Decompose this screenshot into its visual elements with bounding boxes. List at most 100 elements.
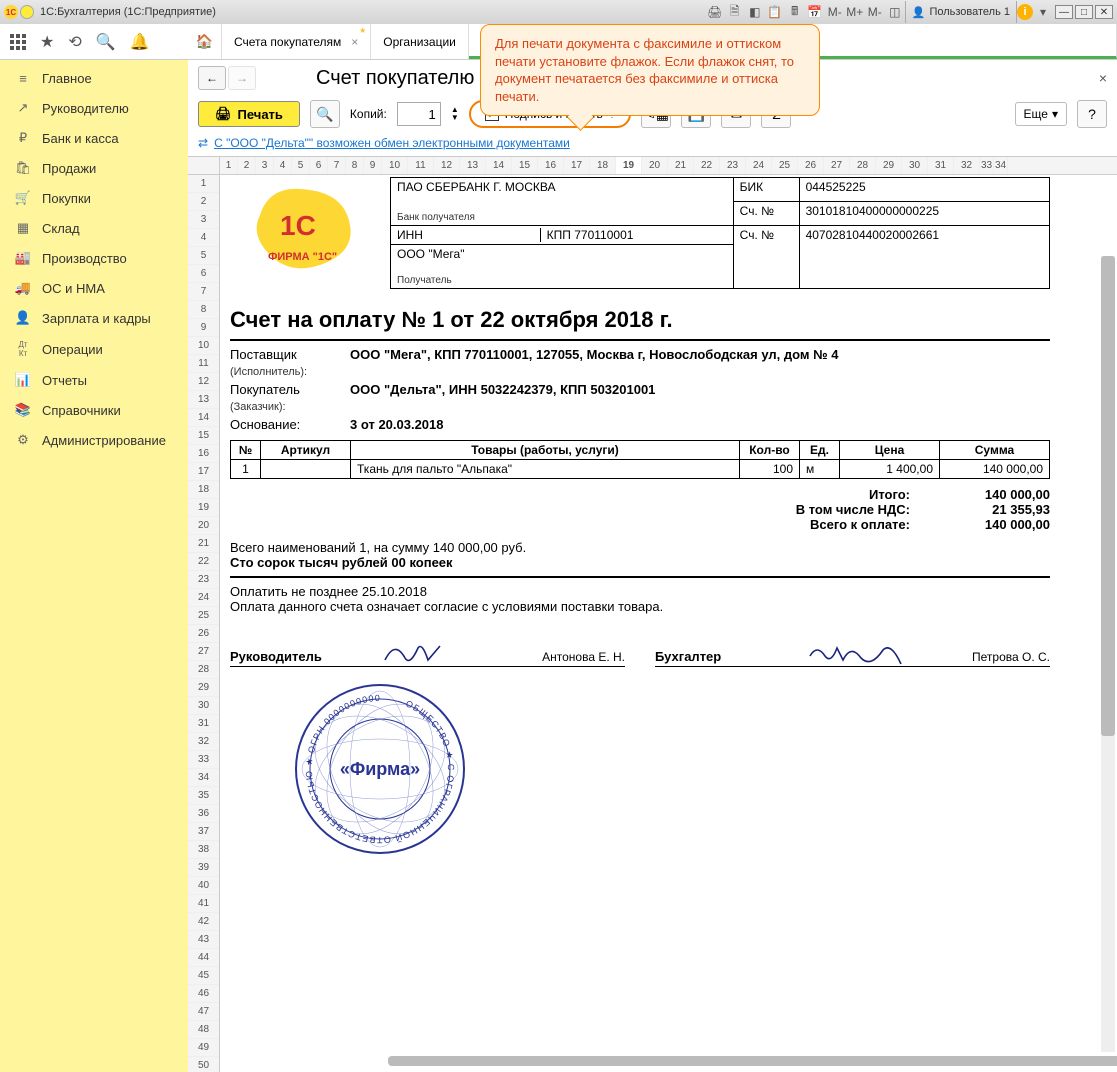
bank-recipient-label: Банк получателя <box>397 212 727 223</box>
supplier-sublabel: (Исполнитель): <box>230 366 350 378</box>
bell-icon[interactable]: 🔔 <box>130 32 150 52</box>
nav-assets[interactable]: 🚚ОС и НМА <box>0 273 188 303</box>
windows-icon[interactable]: ◫ <box>887 4 903 20</box>
cell-price: 1 400,00 <box>840 460 940 479</box>
nav-label: Банк и касса <box>42 131 119 146</box>
nav-label: Операции <box>42 342 103 357</box>
calc-icon[interactable]: 🖩 <box>787 4 803 20</box>
nav-operations[interactable]: Дт КтОперации <box>0 333 188 365</box>
cell-qty: 100 <box>740 460 800 479</box>
calendar-icon[interactable]: 📅 <box>807 4 823 20</box>
nav-reports[interactable]: 📊Отчеты <box>0 365 188 395</box>
nav-production[interactable]: 🏭Производство <box>0 243 188 273</box>
bag-icon: 🛍 <box>14 160 32 176</box>
info-drop-icon[interactable]: ▾ <box>1035 4 1051 20</box>
tab-invoices[interactable]: Счета покупателям × <box>222 24 371 59</box>
info-icon[interactable]: i <box>1017 4 1033 20</box>
m-recall[interactable]: M- <box>867 4 883 20</box>
nds-value: 21 355,93 <box>930 502 1050 517</box>
supplier-label: Поставщик <box>230 347 350 362</box>
spreadsheet[interactable]: 1234567891011121314151617181920212223242… <box>188 156 1117 1072</box>
goods-row: 1 Ткань для пальто "Альпака" 100 м 1 400… <box>231 460 1050 479</box>
more-label: Еще <box>1024 107 1048 121</box>
nav-catalogs[interactable]: 📚Справочники <box>0 395 188 425</box>
nav-sales[interactable]: 🛍Продажи <box>0 153 188 183</box>
col-qty: Кол-во <box>740 441 800 460</box>
nav-admin[interactable]: ⚙Администрирование <box>0 425 188 455</box>
nav-purchases[interactable]: 🛒Покупки <box>0 183 188 213</box>
m-minus[interactable]: M- <box>827 4 843 20</box>
preview-button[interactable]: 🔍 <box>310 100 340 128</box>
bank-details-table: ПАО СБЕРБАНК Г. МОСКВА Банк получателя Б… <box>390 177 1050 289</box>
books-icon: 📚 <box>14 402 32 418</box>
user-icon: 👤 <box>912 6 926 19</box>
nav-hr[interactable]: 👤Зарплата и кадры <box>0 303 188 333</box>
vertical-scrollbar[interactable] <box>1101 256 1115 1052</box>
acc-name: Петрова О. С. <box>972 650 1050 664</box>
col-price: Цена <box>840 441 940 460</box>
nav-manager[interactable]: ↗Руководителю <box>0 93 188 123</box>
help-button[interactable]: ? <box>1077 100 1107 128</box>
compare-icon[interactable]: ◧ <box>747 4 763 20</box>
back-button[interactable]: ← <box>198 66 226 90</box>
minimize-button[interactable]: — <box>1055 5 1073 19</box>
nav-label: ОС и НМА <box>42 281 105 296</box>
head-name: Антонова Е. Н. <box>542 650 625 664</box>
copies-input[interactable] <box>397 102 441 126</box>
grid-icon: ▦ <box>14 220 32 236</box>
invoice-title: Счет на оплату № 1 от 22 октября 2018 г. <box>230 307 1050 341</box>
chevron-down-icon: ▾ <box>1052 107 1058 121</box>
apps-grid-icon[interactable] <box>10 34 26 50</box>
horizontal-scrollbar[interactable] <box>388 1056 1097 1066</box>
person-icon: 👤 <box>14 310 32 326</box>
m-plus[interactable]: M+ <box>847 4 863 20</box>
nav-label: Администрирование <box>42 433 166 448</box>
nav-label: Производство <box>42 251 127 266</box>
maximize-button[interactable]: □ <box>1075 5 1093 19</box>
svg-text:ФИРМА "1С": ФИРМА "1С" <box>268 251 337 263</box>
print-icon[interactable]: 🖨 <box>707 4 723 20</box>
signature-tooltip: Для печати документа с факсимиле и оттис… <box>480 24 820 116</box>
nav-main[interactable]: ≡Главное <box>0 64 188 93</box>
copies-label: Копий: <box>350 107 387 121</box>
close-icon[interactable]: × <box>351 35 358 49</box>
doc-icon[interactable]: 🗎 <box>727 4 743 20</box>
tab-organizations[interactable]: Организации <box>371 24 469 59</box>
close-window-button[interactable]: ✕ <box>1095 5 1113 19</box>
col-unit: Ед. <box>800 441 840 460</box>
user-indicator[interactable]: 👤 Пользователь 1 <box>905 1 1017 23</box>
total-label: Итого: <box>710 487 910 502</box>
ruble-icon: ₽ <box>14 130 32 146</box>
search-icon[interactable]: 🔍 <box>96 32 116 52</box>
svg-text:1C: 1C <box>280 210 316 241</box>
home-tab[interactable]: 🏠 <box>188 24 222 59</box>
bars-icon: 📊 <box>14 372 32 388</box>
star-icon[interactable]: ★ <box>40 32 54 52</box>
menu-icon: ≡ <box>14 71 32 86</box>
user-name: Пользователь 1 <box>929 6 1010 18</box>
nav-warehouse[interactable]: ▦ Склад <box>0 213 188 243</box>
cell-sum: 140 000,00 <box>940 460 1050 479</box>
app-menu-dropdown[interactable] <box>20 5 34 19</box>
page-close-button[interactable]: × <box>1099 70 1107 86</box>
more-button[interactable]: Еще ▾ <box>1015 102 1067 126</box>
summary-words: Сто сорок тысяч рублей 00 копеек <box>230 555 1050 570</box>
nav-bank[interactable]: ₽ Банк и касса <box>0 123 188 153</box>
spinner-icon[interactable]: ▲▼ <box>451 106 459 122</box>
nav-label: Покупки <box>42 191 91 206</box>
head-signature <box>360 640 532 664</box>
company-stamp: ОБЩЕСТВО ★ С ОГРАНИЧЕННОЙ ОТВЕТСТВЕННОСТ… <box>290 679 1050 862</box>
edo-link[interactable]: С "ООО "Дельта"" возможен обмен электрон… <box>214 136 570 150</box>
bik-label: БИК <box>733 178 799 202</box>
history-icon[interactable]: ⟲ <box>68 32 81 52</box>
cell-num: 1 <box>231 460 261 479</box>
nav-sidebar: ≡Главное ↗Руководителю ₽Банк и касса 🛍Пр… <box>0 60 188 1072</box>
app-title: 1С:Бухгалтерия (1С:Предприятие) <box>40 6 216 18</box>
print-button[interactable]: 🖨 Печать <box>198 101 300 127</box>
nav-label: Склад <box>42 221 80 236</box>
acc1-label: Сч. № <box>733 202 799 226</box>
clipboard-icon[interactable]: 📋 <box>767 4 783 20</box>
forward-button[interactable]: → <box>228 66 256 90</box>
acc2-value: 40702810440020002661 <box>799 226 1049 289</box>
printer-icon: 🖨 <box>215 106 232 122</box>
